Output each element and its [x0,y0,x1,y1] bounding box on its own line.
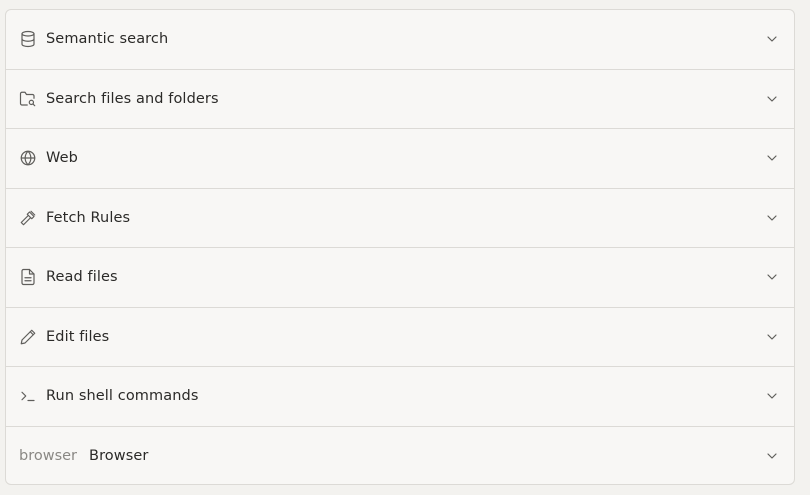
database-icon [18,29,38,49]
tool-row-read-files[interactable]: Read files [6,248,794,308]
hammer-icon [18,208,38,228]
tool-label: Run shell commands [46,388,199,405]
tool-label: Semantic search [46,31,169,48]
tool-row-web[interactable]: Web [6,129,794,189]
chevron-down-icon[interactable] [764,329,780,345]
chevron-down-icon[interactable] [764,210,780,226]
terminal-icon [18,386,38,406]
tool-label: Edit files [46,328,110,345]
tool-row-semantic-search[interactable]: Semantic search [6,10,794,70]
tool-row-browser[interactable]: browser Browser [6,427,794,485]
tools-accordion: Semantic search Search files and folders… [5,9,795,485]
tool-row-run-shell[interactable]: Run shell commands [6,367,794,427]
tool-label: Web [46,150,78,167]
chevron-down-icon[interactable] [764,448,780,464]
chevron-down-icon[interactable] [764,150,780,166]
tool-prefix-label: browser [19,448,78,465]
globe-icon [18,148,38,168]
tool-row-fetch-rules[interactable]: Fetch Rules [6,189,794,248]
tool-label: Fetch Rules [46,209,131,226]
tool-label: Read files [46,269,118,286]
chevron-down-icon[interactable] [764,388,780,404]
pencil-icon [18,327,38,347]
chevron-down-icon[interactable] [764,31,780,47]
tool-row-search-files[interactable]: Search files and folders [6,70,794,129]
tool-row-edit-files[interactable]: Edit files [6,308,794,367]
tool-label: Search files and folders [46,90,219,107]
tool-label: Browser [89,448,149,465]
chevron-down-icon[interactable] [764,91,780,107]
file-text-icon [18,267,38,287]
chevron-down-icon[interactable] [764,269,780,285]
folder-search-icon [18,89,38,109]
